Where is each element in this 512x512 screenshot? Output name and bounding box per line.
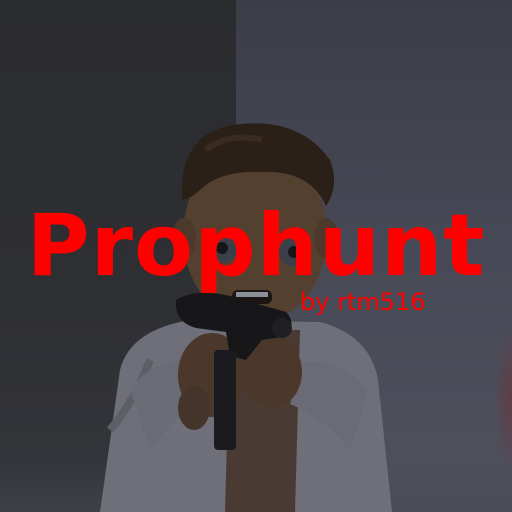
title-screen: Prophunt by rtm516 bbox=[0, 0, 512, 512]
game-title: Prophunt bbox=[26, 196, 486, 296]
author-credit: by rtm516 bbox=[300, 288, 426, 316]
